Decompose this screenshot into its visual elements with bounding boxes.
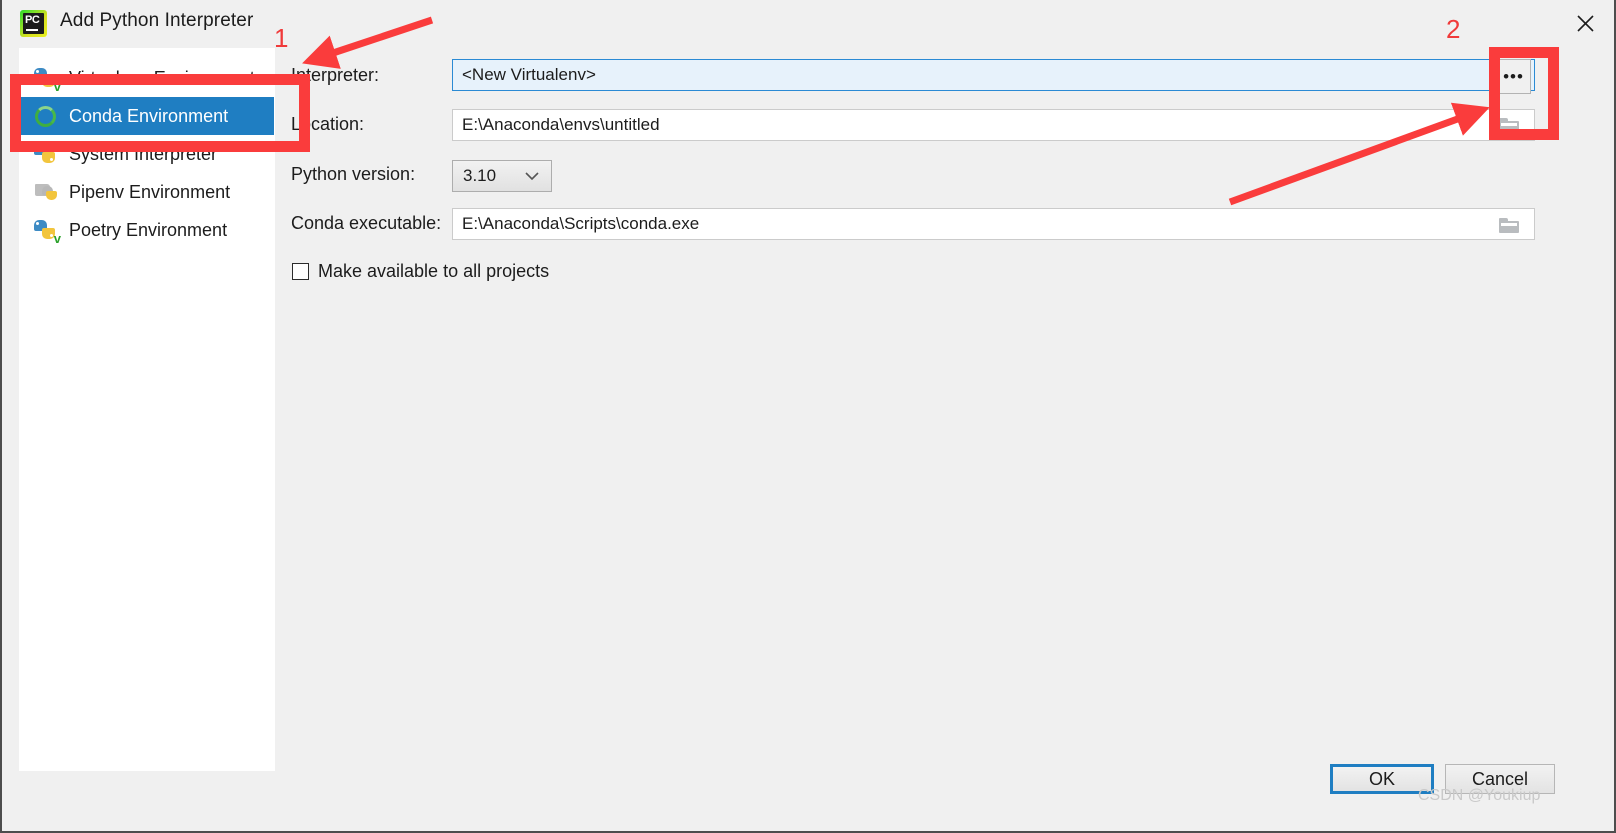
sidebar-item-label: Conda Environment: [69, 105, 229, 126]
sidebar-item-poetry-environment[interactable]: v Poetry Environment: [20, 211, 274, 249]
python-version-label: Python version:: [291, 164, 416, 184]
python-system-icon: [32, 141, 60, 167]
location-value: E:\Anaconda\envs\untitled: [462, 115, 660, 134]
sidebar-item-label: Poetry Environment: [69, 219, 228, 240]
ok-button-label: OK: [1368, 768, 1395, 789]
checkbox-box: [292, 263, 309, 280]
title-bar: PC Add Python Interpreter: [2, 0, 1614, 48]
chevron-down-icon: [525, 166, 539, 186]
sidebar-item-system-interpreter[interactable]: System Interpreter: [20, 135, 274, 173]
make-available-to-all-projects-checkbox[interactable]: Make available to all projects: [292, 261, 549, 282]
ok-button[interactable]: OK: [1330, 764, 1434, 794]
location-label: Location:: [291, 114, 365, 134]
python-pipenv-icon: [32, 179, 60, 205]
sidebar-item-conda-environment[interactable]: Conda Environment: [20, 97, 274, 135]
python-virtualenv-icon: v: [32, 65, 61, 93]
interpreter-label: Interpreter:: [291, 65, 380, 85]
ellipsis-icon: •••: [1503, 66, 1524, 86]
sidebar-item-virtualenv-environment[interactable]: v Virtualenv Environment: [20, 59, 274, 97]
conda-executable-browse-folder-icon[interactable]: [1494, 210, 1524, 240]
conda-icon: [32, 103, 60, 129]
sidebar-item-label: Pipenv Environment: [69, 181, 231, 202]
conda-executable-label: Conda executable:: [291, 213, 442, 233]
interpreter-value: <New Virtualenv>: [462, 65, 596, 84]
environment-type-list[interactable]: v Virtualenv Environment Conda Environme…: [19, 48, 275, 771]
sidebar-item-label: Virtualenv Environment: [69, 67, 255, 88]
python-version-value: 3.10: [463, 166, 497, 185]
cancel-button[interactable]: Cancel: [1445, 764, 1555, 794]
cancel-button-label: Cancel: [1471, 768, 1529, 789]
add-python-interpreter-dialog: PC Add Python Interpreter v Virtualenv E…: [0, 0, 1616, 833]
conda-executable-input[interactable]: E:\Anaconda\Scripts\conda.exe: [452, 208, 1535, 240]
python-poetry-icon: v: [32, 217, 61, 245]
conda-executable-value: E:\Anaconda\Scripts\conda.exe: [462, 214, 700, 233]
sidebar-item-label: System Interpreter: [69, 143, 218, 164]
page-title: Add Python Interpreter: [60, 10, 254, 31]
location-input[interactable]: E:\Anaconda\envs\untitled: [452, 109, 1535, 141]
interpreter-combobox[interactable]: <New Virtualenv>: [452, 59, 1535, 91]
location-browse-folder-icon[interactable]: [1494, 110, 1524, 140]
python-version-select[interactable]: 3.10: [452, 160, 552, 192]
close-icon[interactable]: [1568, 8, 1602, 38]
interpreter-more-options-button[interactable]: •••: [1496, 59, 1531, 94]
make-available-label: Make available to all projects: [318, 261, 550, 281]
pycharm-logo-icon: PC: [20, 10, 47, 37]
sidebar-item-pipenv-environment[interactable]: Pipenv Environment: [20, 173, 274, 211]
